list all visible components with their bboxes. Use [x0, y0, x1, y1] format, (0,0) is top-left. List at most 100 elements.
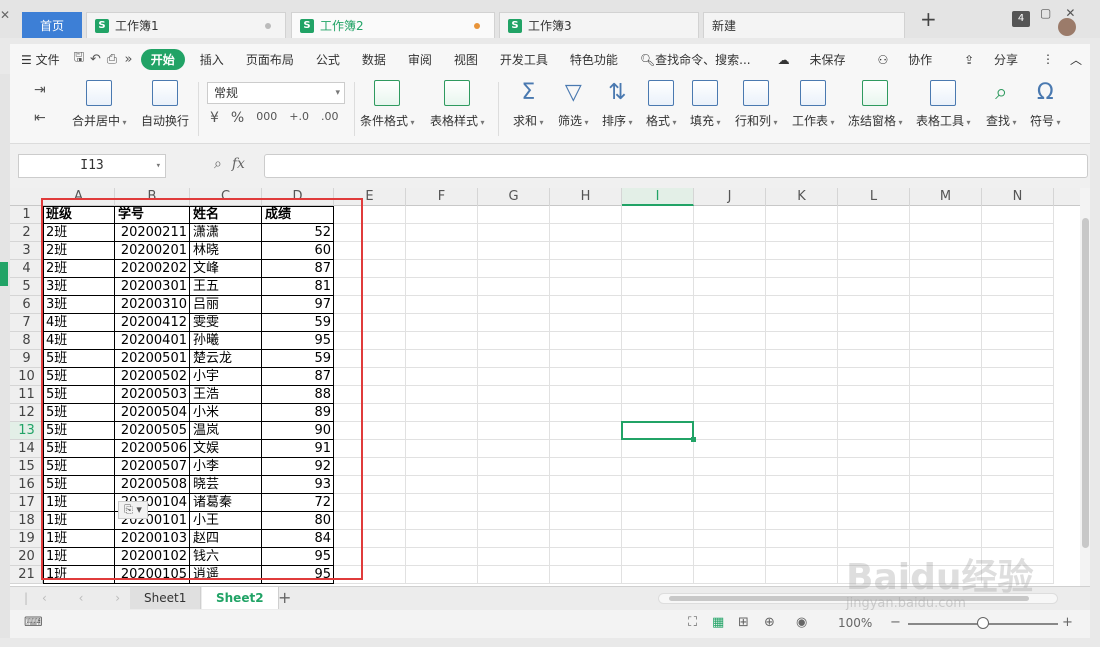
row-header-4[interactable]: 4 — [10, 260, 43, 278]
collapse-ribbon-icon[interactable]: ︿ — [1062, 51, 1090, 68]
fullscreen-icon[interactable]: ⛶ — [688, 615, 697, 630]
fill-button[interactable]: 填充 — [690, 80, 721, 129]
normal-view-icon[interactable]: ▦ — [712, 615, 724, 630]
row-header-8[interactable]: 8 — [10, 332, 43, 350]
merge-center-button[interactable]: 合并居中 — [72, 80, 127, 129]
column-header-K[interactable]: K — [766, 188, 838, 206]
currency-icon[interactable]: ¥ — [210, 110, 219, 126]
zoom-search-icon[interactable]: ⌕ — [214, 156, 222, 172]
row-header-14[interactable]: 14 — [10, 440, 43, 458]
undo-icon[interactable]: ↶ — [87, 52, 104, 67]
close-icon[interactable]: ✕ — [0, 8, 10, 22]
increase-decimal-button[interactable]: +.0 — [289, 110, 309, 126]
zoom-out-icon[interactable]: − — [890, 615, 901, 630]
outdent-icon[interactable]: ⇤ — [34, 110, 46, 126]
row-header-20[interactable]: 20 — [10, 548, 43, 566]
formula-input[interactable] — [264, 154, 1088, 178]
row-header-12[interactable]: 12 — [10, 404, 43, 422]
row-header-7[interactable]: 7 — [10, 314, 43, 332]
window-count-badge[interactable]: 4 — [1012, 0, 1030, 38]
column-header-F[interactable]: F — [406, 188, 478, 206]
freeze-panes-button[interactable]: 冻结窗格 — [848, 80, 903, 129]
zoom-in-icon[interactable]: + — [1062, 615, 1073, 630]
row-header-16[interactable]: 16 — [10, 476, 43, 494]
menu-formula[interactable]: 公式 — [305, 51, 351, 68]
unsaved-button[interactable]: ☁ 未保存 — [762, 51, 862, 68]
page-layout-icon[interactable]: ⊞ — [738, 615, 749, 630]
row-header-15[interactable]: 15 — [10, 458, 43, 476]
row-header-1[interactable]: 1 — [10, 206, 43, 224]
worksheet-grid[interactable]: ABCDEFGHIJKLMN 1 2 3 4 5 6 7 8 9 10 11 12 13 14 15 16 17… — [10, 188, 1090, 586]
column-header-J[interactable]: J — [694, 188, 766, 206]
row-header-17[interactable]: 17 — [10, 494, 43, 512]
selected-cell[interactable] — [621, 421, 696, 442]
row-header-10[interactable]: 10 — [10, 368, 43, 386]
collab-button[interactable]: ⚇ 协作 — [861, 51, 948, 68]
column-header-N[interactable]: N — [982, 188, 1054, 206]
sheet-tab-2[interactable]: Sheet2 — [202, 587, 279, 609]
symbol-button[interactable]: Ω 符号 — [1030, 80, 1061, 129]
eye-protection-icon[interactable]: ◉ — [796, 615, 807, 630]
worksheet-button[interactable]: 工作表 — [792, 80, 835, 129]
table-tools-button[interactable]: 表格工具 — [916, 80, 971, 129]
kebab-icon[interactable]: ⋮ — [1034, 52, 1062, 66]
fx-icon[interactable]: fx — [232, 156, 245, 172]
menu-view[interactable]: 视图 — [443, 51, 489, 68]
row-header-18[interactable]: 18 — [10, 512, 43, 530]
sort-button[interactable]: ⇅ 排序 — [602, 80, 633, 129]
number-format-select[interactable]: 常规 — [207, 82, 345, 104]
add-sheet-icon[interactable]: + — [278, 588, 291, 607]
column-header-I[interactable]: I — [622, 188, 694, 206]
column-header-H[interactable]: H — [550, 188, 622, 206]
menu-special[interactable]: 特色功能 — [559, 51, 629, 68]
column-header-M[interactable]: M — [910, 188, 982, 206]
find-button[interactable]: ⌕ 查找 — [986, 80, 1017, 129]
menu-layout[interactable]: 页面布局 — [235, 51, 305, 68]
menu-data[interactable]: 数据 — [351, 51, 397, 68]
row-header-11[interactable]: 11 — [10, 386, 43, 404]
sheet-tab-1[interactable]: Sheet1 — [130, 587, 202, 609]
thousands-button[interactable]: 000 — [256, 110, 277, 126]
new-tab-button[interactable]: + — [920, 0, 937, 38]
row-header-2[interactable]: 2 — [10, 224, 43, 242]
name-box[interactable]: I13 — [18, 154, 166, 178]
print-icon[interactable]: ⎙ — [104, 52, 121, 67]
percent-button[interactable]: % — [231, 110, 244, 126]
restore-icon[interactable]: ▢ — [1040, 6, 1051, 20]
zoom-level[interactable]: 100% — [838, 616, 872, 630]
row-header-5[interactable]: 5 — [10, 278, 43, 296]
row-header-3[interactable]: 3 — [10, 242, 43, 260]
tab-new[interactable]: 新建 — [703, 12, 905, 38]
row-header-13[interactable]: 13 — [10, 422, 43, 440]
format-button[interactable]: 格式 — [646, 80, 677, 129]
column-header-L[interactable]: L — [838, 188, 910, 206]
menu-insert[interactable]: 插入 — [189, 51, 235, 68]
column-header-G[interactable]: G — [478, 188, 550, 206]
row-header-9[interactable]: 9 — [10, 350, 43, 368]
table-style-button[interactable]: 表格样式 — [430, 80, 485, 129]
tab-home[interactable]: 首页 — [22, 12, 82, 38]
scroll-thumb[interactable] — [1082, 218, 1089, 548]
conditional-format-button[interactable]: 条件格式 — [360, 80, 415, 129]
menu-file[interactable]: ☰ 文件 — [10, 51, 71, 68]
row-header-21[interactable]: 21 — [10, 566, 43, 584]
vertical-scrollbar[interactable] — [1080, 188, 1090, 586]
avatar[interactable] — [1058, 8, 1076, 46]
menu-start[interactable]: 开始 — [140, 48, 185, 70]
command-search[interactable]: 🔍︎查找命令、搜索... — [629, 51, 762, 68]
menu-dev[interactable]: 开发工具 — [489, 51, 559, 68]
save-icon[interactable]: 🖫 — [71, 48, 88, 70]
filter-button[interactable]: ▽ 筛选 — [558, 80, 589, 129]
tab-workbook-3[interactable]: S 工作簿3 — [499, 12, 699, 38]
page-break-icon[interactable]: ⊕ — [764, 615, 775, 630]
menu-review[interactable]: 审阅 — [397, 51, 443, 68]
decrease-decimal-button[interactable]: .00 — [321, 110, 339, 126]
paste-options-icon[interactable]: ⎘ ▾ — [118, 501, 148, 519]
sum-button[interactable]: Σ 求和 — [513, 80, 544, 129]
tab-workbook-2[interactable]: S 工作簿2 — [291, 12, 495, 38]
indent-icon[interactable]: ⇥ — [34, 82, 46, 98]
zoom-slider-knob[interactable] — [977, 617, 989, 629]
row-header-19[interactable]: 19 — [10, 530, 43, 548]
more-icon[interactable]: » — [120, 52, 137, 67]
macro-icon[interactable]: ⌨ — [24, 615, 43, 630]
